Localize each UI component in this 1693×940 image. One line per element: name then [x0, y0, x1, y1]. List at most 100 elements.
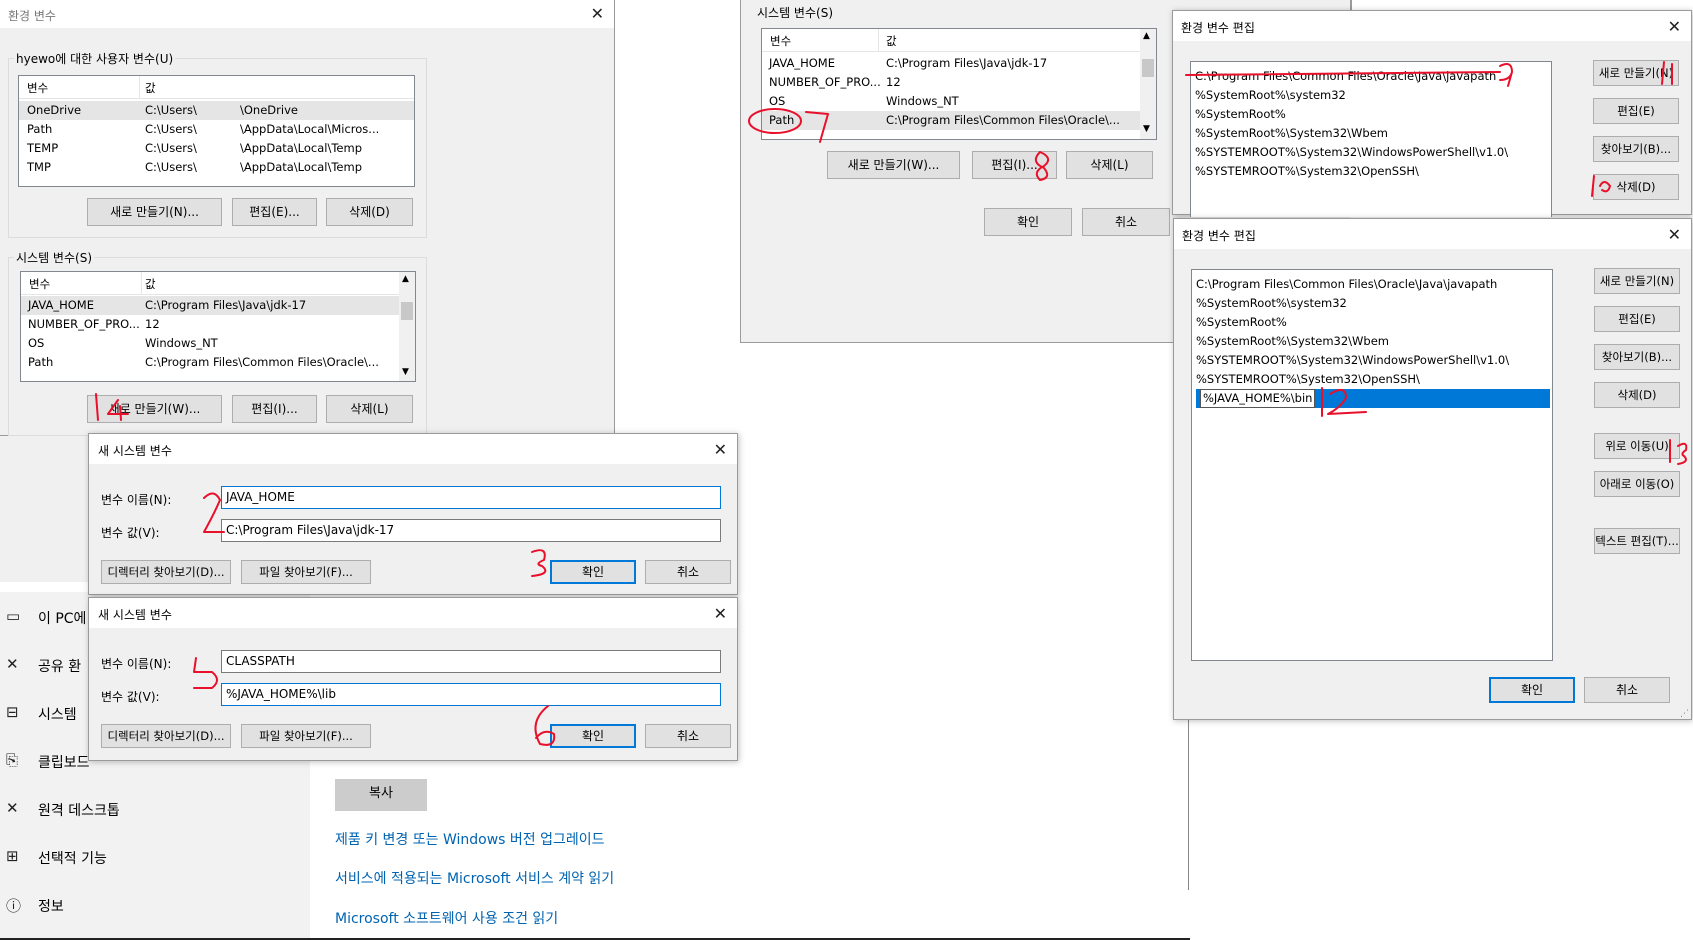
user-delete-button[interactable]: 삭제(D) [326, 198, 413, 226]
variable-name-input[interactable]: JAVA_HOME [221, 486, 721, 509]
scroll-down-icon[interactable]: ▼ [402, 367, 409, 377]
new-entry-button[interactable]: 새로 만들기(N) [1594, 268, 1680, 294]
browse-directory-button[interactable]: 디렉터리 찾아보기(D)... [101, 724, 231, 748]
list-item[interactable]: %SYSTEMROOT%\System32\OpenSSH\ [1196, 370, 1550, 389]
table-row[interactable]: Path C:\Users\ \AppData\Local\Micros... [19, 120, 414, 139]
list-item[interactable]: %SystemRoot%\system32 [1195, 86, 1549, 105]
table-row[interactable]: Path C:\Program Files\Common Files\Oracl… [21, 353, 399, 372]
column-header-value[interactable]: 값 [145, 80, 156, 96]
system-vars-list-2[interactable]: 변수 값 JAVA_HOME C:\Program Files\Java\jdk… [761, 28, 1157, 140]
close-icon[interactable]: ✕ [1668, 17, 1681, 36]
browse-file-button[interactable]: 파일 찾아보기(F)... [241, 724, 371, 748]
list-item[interactable]: %SystemRoot%\System32\Wbem [1195, 124, 1549, 143]
share-icon: ✕ [6, 655, 19, 673]
variable-name-input[interactable]: CLASSPATH [221, 650, 721, 673]
list-item[interactable]: %SystemRoot%\System32\Wbem [1196, 332, 1550, 351]
settings-nav-this-pc[interactable]: ▭ 이 PC에 [0, 603, 100, 633]
inline-edit-input[interactable]: %JAVA_HOME%\bin [1200, 389, 1316, 408]
scroll-up-icon[interactable]: ▲ [402, 274, 409, 284]
table-row[interactable]: JAVA_HOME C:\Program Files\Java\jdk-17 [21, 296, 399, 315]
close-icon[interactable]: ✕ [714, 604, 727, 623]
variable-value-input[interactable]: %JAVA_HOME%\lib [221, 683, 721, 706]
settings-nav-info[interactable]: ⓘ 정보 [0, 891, 200, 921]
link-service-agreement[interactable]: 서비스에 적용되는 Microsoft 서비스 계약 읽기 [335, 868, 614, 888]
delete-entry-button[interactable]: 삭제(D) [1593, 174, 1679, 200]
system-delete-button[interactable]: 삭제(L) [326, 395, 413, 423]
list-item[interactable]: %SystemRoot%\system32 [1196, 294, 1550, 313]
link-change-product-key[interactable]: 제품 키 변경 또는 Windows 버전 업그레이드 [335, 829, 605, 849]
copy-button[interactable]: 복사 [335, 779, 427, 811]
list-item[interactable]: %SYSTEMROOT%\System32\OpenSSH\ [1195, 162, 1549, 181]
edit-entry-button[interactable]: 편집(E) [1593, 98, 1679, 124]
close-icon[interactable]: ✕ [591, 4, 604, 23]
browse-entry-button[interactable]: 찾아보기(B)... [1594, 344, 1680, 370]
close-icon[interactable]: ✕ [1668, 225, 1681, 244]
table-row[interactable]: OneDrive C:\Users\ \OneDrive [19, 101, 414, 120]
system-delete-button[interactable]: 삭제(L) [1066, 151, 1153, 179]
edit-entry-button[interactable]: 편집(E) [1594, 306, 1680, 332]
column-header-value[interactable]: 값 [145, 276, 156, 292]
settings-nav-share[interactable]: ✕ 공유 환 [0, 651, 100, 681]
system-edit-button[interactable]: 편집(I)... [232, 395, 317, 423]
ok-button[interactable]: 확인 [550, 560, 636, 584]
cancel-button[interactable]: 취소 [645, 560, 731, 584]
table-row[interactable]: NUMBER_OF_PRO... 12 [21, 315, 399, 334]
list-item-selected[interactable]: %JAVA_HOME%\bin [1196, 389, 1550, 408]
ok-button[interactable]: 확인 [984, 208, 1072, 236]
browse-entry-button[interactable]: 찾아보기(B)... [1593, 136, 1679, 162]
ok-button[interactable]: 확인 [550, 724, 636, 748]
list-item[interactable]: %SYSTEMROOT%\System32\WindowsPowerShell\… [1195, 143, 1549, 162]
text-edit-button[interactable]: 텍스트 편집(T)... [1594, 528, 1680, 554]
list-item[interactable]: %SystemRoot% [1195, 105, 1549, 124]
user-new-button[interactable]: 새로 만들기(N)... [87, 198, 222, 226]
browse-file-button[interactable]: 파일 찾아보기(F)... [241, 560, 371, 584]
table-row[interactable]: NUMBER_OF_PRO... 12 [762, 73, 1140, 92]
user-vars-list[interactable]: 변수 값 OneDrive C:\Users\ \OneDrive Path C… [18, 75, 415, 187]
table-row[interactable]: JAVA_HOME C:\Program Files\Java\jdk-17 [762, 54, 1140, 73]
delete-entry-button[interactable]: 삭제(D) [1594, 382, 1680, 408]
column-header-value[interactable]: 값 [886, 33, 897, 49]
move-down-button[interactable]: 아래로 이동(O) [1594, 471, 1680, 497]
browse-directory-button[interactable]: 디렉터리 찾아보기(D)... [101, 560, 231, 584]
scroll-thumb[interactable] [401, 302, 413, 320]
table-row[interactable]: Path C:\Program Files\Common Files\Oracl… [762, 111, 1140, 130]
settings-nav-system[interactable]: ⊟ 시스템 [0, 699, 100, 729]
scroll-thumb[interactable] [1142, 59, 1154, 77]
table-row[interactable]: OS Windows_NT [21, 334, 399, 353]
ok-button[interactable]: 확인 [1489, 677, 1575, 703]
table-row[interactable]: TEMP C:\Users\ \AppData\Local\Temp [19, 139, 414, 158]
settings-nav-optional-features[interactable]: ⊞ 선택적 기능 [0, 843, 200, 873]
path-entries-list[interactable]: C:\Program Files\Common Files\Oracle\Jav… [1191, 269, 1553, 661]
scroll-up-icon[interactable]: ▲ [1143, 31, 1150, 41]
column-header-variable[interactable]: 변수 [29, 276, 50, 292]
table-row[interactable]: OS Windows_NT [762, 92, 1140, 111]
user-edit-button[interactable]: 편집(E)... [232, 198, 317, 226]
new-entry-button[interactable]: 새로 만들기(N) [1593, 60, 1679, 86]
list-item[interactable]: C:\Program Files\Common Files\Oracle\Jav… [1196, 275, 1550, 294]
resize-grip-icon[interactable]: ⋰ [1680, 709, 1689, 719]
cancel-button[interactable]: 취소 [1082, 208, 1170, 236]
variable-value-input[interactable]: C:\Program Files\Java\jdk-17 [221, 519, 721, 542]
system-vars-list[interactable]: 변수 값 JAVA_HOME C:\Program Files\Java\jdk… [20, 271, 416, 382]
system-new-button[interactable]: 새로 만들기(W)... [827, 151, 960, 179]
system-new-button[interactable]: 새로 만들기(W)... [87, 395, 222, 423]
close-icon[interactable]: ✕ [714, 440, 727, 459]
column-header-variable[interactable]: 변수 [770, 33, 791, 49]
list-item[interactable]: C:\Program Files\Common Files\Oracle\Jav… [1195, 67, 1549, 86]
settings-divider [1188, 720, 1189, 890]
cancel-button[interactable]: 취소 [645, 724, 731, 748]
system-vars-scrollbar[interactable]: ▲ ▼ [1140, 29, 1156, 139]
path-entries-list[interactable]: C:\Program Files\Common Files\Oracle\Jav… [1190, 61, 1552, 217]
list-item[interactable]: %SYSTEMROOT%\System32\WindowsPowerShell\… [1196, 351, 1550, 370]
settings-nav-remote-desktop[interactable]: ✕ 원격 데스크톱 [0, 795, 200, 825]
system-edit-button[interactable]: 편집(I)... [972, 151, 1057, 179]
dialog-title: 환경 변수 편집 [1182, 229, 1256, 243]
cancel-button[interactable]: 취소 [1584, 677, 1670, 703]
move-up-button[interactable]: 위로 이동(U) [1594, 433, 1680, 459]
link-license-terms[interactable]: Microsoft 소프트웨어 사용 조건 읽기 [335, 908, 558, 928]
system-vars-scrollbar[interactable]: ▲ ▼ [399, 272, 415, 381]
list-item[interactable]: %SystemRoot% [1196, 313, 1550, 332]
column-header-variable[interactable]: 변수 [27, 80, 48, 96]
scroll-down-icon[interactable]: ▼ [1143, 124, 1150, 134]
table-row[interactable]: TMP C:\Users\ \AppData\Local\Temp [19, 158, 414, 177]
